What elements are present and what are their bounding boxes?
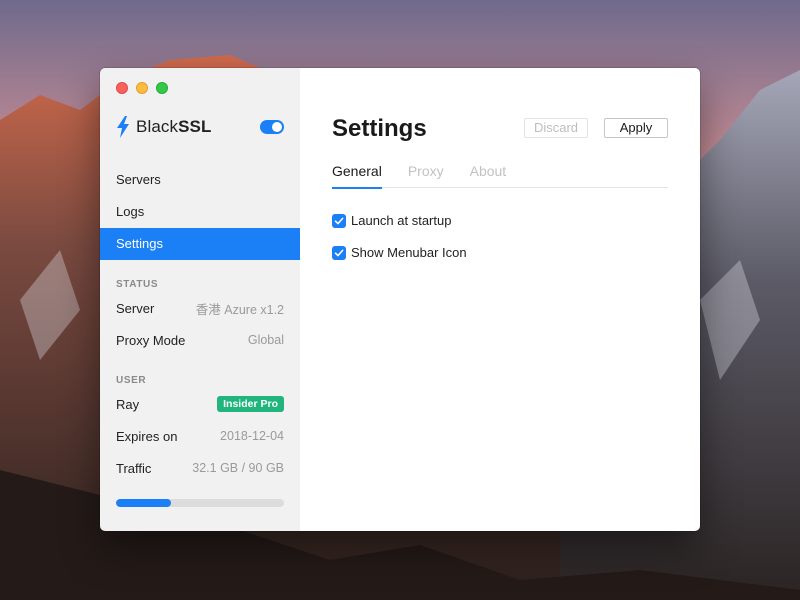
apply-button[interactable]: Apply	[604, 118, 668, 138]
window-controls	[116, 82, 168, 94]
connection-toggle[interactable]	[260, 120, 284, 134]
user-name: Ray	[116, 396, 140, 412]
tab-about[interactable]: About	[470, 163, 507, 188]
sidebar: BlackSSL Servers Logs Settings STATUS Se…	[100, 68, 300, 531]
traffic-label: Traffic	[116, 460, 152, 476]
server-row: Server 香港 Azure x1.2	[116, 298, 284, 318]
traffic-progress-fill	[116, 499, 172, 507]
discard-button[interactable]: Discard	[524, 118, 588, 138]
server-label: Server	[116, 300, 155, 316]
launch-at-startup-checkbox[interactable]	[332, 213, 346, 228]
checkmark-icon	[334, 249, 344, 256]
proxy-mode-row: Proxy Mode Global	[116, 330, 284, 350]
expires-row: Expires on 2018-12-04	[116, 426, 284, 446]
traffic-progress-bar	[116, 499, 284, 507]
user-row: Ray Insider Pro	[116, 394, 284, 414]
expires-value: 2018-12-04	[220, 429, 284, 443]
user-section-title: USER	[116, 375, 147, 386]
traffic-value: 32.1 GB / 90 GB	[192, 461, 284, 475]
zoom-window-button[interactable]	[156, 82, 168, 94]
show-menubar-icon-option[interactable]: Show Menubar Icon	[332, 245, 467, 260]
plan-badge: Insider Pro	[217, 396, 284, 412]
sidebar-item-servers[interactable]: Servers	[100, 164, 300, 196]
status-section-title: STATUS	[116, 279, 159, 290]
tab-general[interactable]: General	[332, 163, 382, 189]
tab-proxy[interactable]: Proxy	[408, 163, 444, 188]
settings-panel: Settings Discard Apply General Proxy Abo…	[300, 68, 700, 531]
checkmark-icon	[334, 217, 344, 224]
launch-at-startup-option[interactable]: Launch at startup	[332, 213, 451, 228]
app-window: BlackSSL Servers Logs Settings STATUS Se…	[100, 68, 700, 531]
server-value: 香港 Azure x1.2	[195, 302, 284, 317]
app-name-primary: Black	[136, 117, 179, 136]
app-name: BlackSSL	[136, 117, 211, 137]
expires-label: Expires on	[116, 428, 178, 444]
sidebar-nav: Servers Logs Settings	[100, 164, 300, 260]
traffic-row: Traffic 32.1 GB / 90 GB	[116, 458, 284, 478]
toggle-knob	[272, 122, 282, 132]
close-window-button[interactable]	[116, 82, 128, 94]
launch-at-startup-label: Launch at startup	[351, 213, 452, 228]
minimize-window-button[interactable]	[136, 82, 148, 94]
proxy-mode-label: Proxy Mode	[116, 332, 186, 348]
app-name-secondary: SSL	[178, 117, 212, 136]
show-menubar-icon-checkbox[interactable]	[332, 245, 346, 260]
proxy-mode-value: Global	[247, 333, 284, 347]
lightning-bolt-icon	[117, 116, 129, 138]
brand: BlackSSL	[116, 116, 211, 138]
show-menubar-icon-label: Show Menubar Icon	[351, 245, 467, 260]
sidebar-item-logs[interactable]: Logs	[100, 196, 300, 228]
settings-tabs: General Proxy About	[332, 163, 668, 189]
sidebar-item-settings[interactable]: Settings	[100, 228, 300, 260]
page-title: Settings	[332, 115, 427, 142]
